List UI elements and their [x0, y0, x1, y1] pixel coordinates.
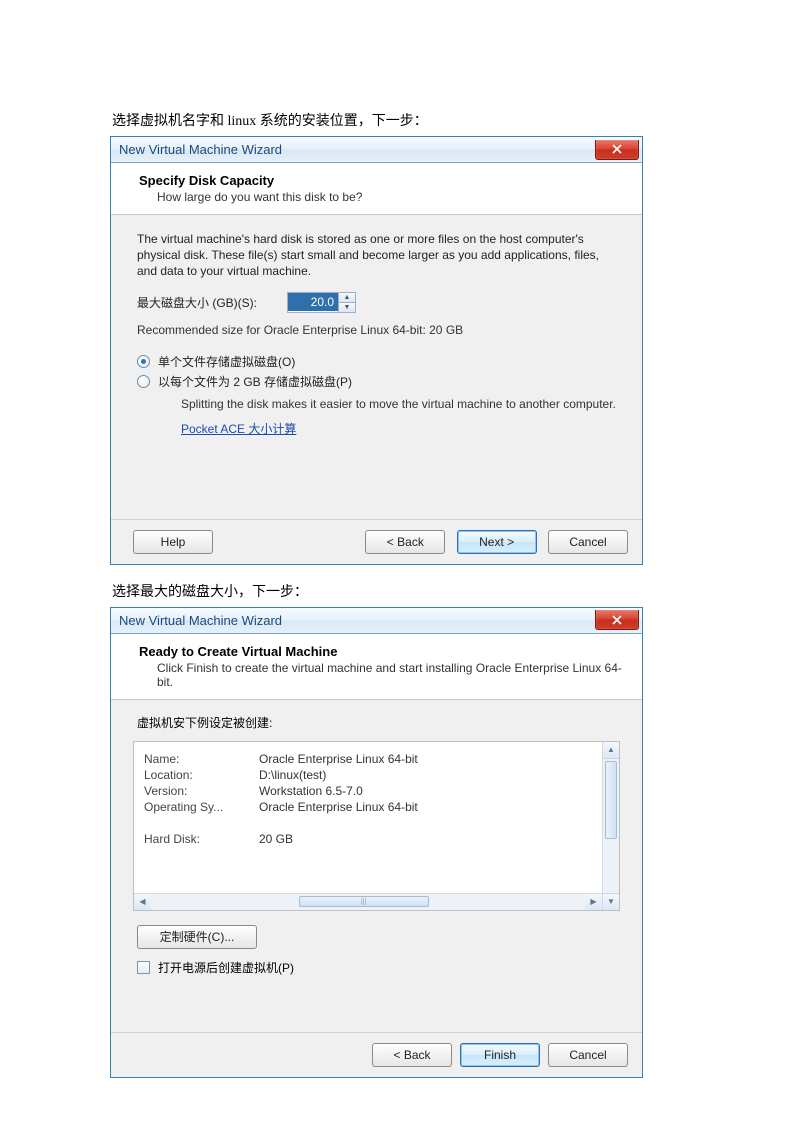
h-scroll-thumb[interactable]: [299, 896, 429, 907]
customize-hardware-button[interactable]: 定制硬件(C)...: [137, 925, 257, 949]
radio-single-file[interactable]: 单个文件存储虚拟磁盘(O): [137, 353, 616, 370]
summary-label: 虚拟机安下例设定被创建:: [137, 714, 620, 731]
v-scrollbar[interactable]: ▲ ▼: [602, 742, 619, 910]
summary-key: Operating Sy...: [144, 800, 259, 814]
v-scroll-thumb[interactable]: [605, 761, 617, 839]
cancel-button[interactable]: Cancel: [548, 530, 628, 554]
close-icon: [612, 615, 622, 625]
button-bar: Help < Back Next > Cancel: [111, 519, 642, 564]
disk-description: The virtual machine's hard disk is store…: [137, 231, 616, 280]
scroll-up-icon[interactable]: ▲: [603, 742, 619, 759]
scroll-left-icon[interactable]: ◀: [134, 894, 151, 910]
wizard-header: Ready to Create Virtual Machine Click Fi…: [111, 634, 642, 700]
summary-key: Location:: [144, 768, 259, 782]
summary-val: 20 GB: [259, 832, 293, 846]
dialog-ready-create: New Virtual Machine Wizard Ready to Crea…: [110, 607, 643, 1078]
finish-button[interactable]: Finish: [460, 1043, 540, 1067]
disk-size-label: 最大磁盘大小 (GB)(S):: [137, 294, 287, 311]
radio-single-label: 单个文件存储虚拟磁盘(O): [158, 353, 295, 370]
header-title: Ready to Create Virtual Machine: [139, 644, 626, 659]
wizard-header: Specify Disk Capacity How large do you w…: [111, 163, 642, 215]
split-description: Splitting the disk makes it easier to mo…: [181, 396, 616, 412]
summary-val: Workstation 6.5-7.0: [259, 784, 363, 798]
close-button[interactable]: [595, 610, 639, 630]
summary-body: Name:Oracle Enterprise Linux 64-bitLocat…: [134, 742, 602, 893]
window-title: New Virtual Machine Wizard: [119, 613, 282, 628]
radio-split-files[interactable]: 以每个文件为 2 GB 存储虚拟磁盘(P): [137, 373, 616, 390]
summary-key: Name:: [144, 752, 259, 766]
doc-caption-1: 选择虚拟机名字和 linux 系统的安装位置，下一步：: [112, 110, 800, 130]
back-button[interactable]: < Back: [372, 1043, 452, 1067]
radio-icon: [137, 355, 150, 368]
summary-val: D:\linux(test): [259, 768, 326, 782]
recommended-size: Recommended size for Oracle Enterprise L…: [137, 323, 616, 337]
help-button[interactable]: Help: [133, 530, 213, 554]
summary-key: Hard Disk:: [144, 832, 259, 846]
spinner-up-icon[interactable]: ▲: [339, 293, 355, 302]
next-button[interactable]: Next >: [457, 530, 537, 554]
disk-size-value[interactable]: 20.0: [288, 293, 338, 311]
close-button[interactable]: [595, 140, 639, 160]
power-on-label: 打开电源后创建虚拟机(P): [158, 959, 294, 976]
back-button[interactable]: < Back: [365, 530, 445, 554]
titlebar[interactable]: New Virtual Machine Wizard: [111, 137, 642, 163]
titlebar[interactable]: New Virtual Machine Wizard: [111, 608, 642, 634]
summary-row: Name:Oracle Enterprise Linux 64-bit: [144, 752, 592, 766]
header-subtitle: How large do you want this disk to be?: [139, 188, 626, 204]
window-title: New Virtual Machine Wizard: [119, 142, 282, 157]
scroll-right-icon[interactable]: ▶: [585, 894, 602, 910]
checkbox-icon: [137, 961, 150, 974]
h-scrollbar[interactable]: ◀ ▶: [134, 893, 602, 910]
summary-panel: Name:Oracle Enterprise Linux 64-bitLocat…: [133, 741, 620, 911]
summary-key: Version:: [144, 784, 259, 798]
dialog-disk-capacity: New Virtual Machine Wizard Specify Disk …: [110, 136, 643, 565]
power-on-checkbox-row[interactable]: 打开电源后创建虚拟机(P): [137, 959, 620, 976]
summary-row: Operating Sy...Oracle Enterprise Linux 6…: [144, 800, 592, 814]
summary-row: Hard Disk:20 GB: [144, 832, 592, 846]
summary-val: Oracle Enterprise Linux 64-bit: [259, 800, 418, 814]
radio-icon: [137, 375, 150, 388]
cancel-button[interactable]: Cancel: [548, 1043, 628, 1067]
header-title: Specify Disk Capacity: [139, 173, 626, 188]
close-icon: [612, 144, 622, 154]
header-subtitle: Click Finish to create the virtual machi…: [139, 659, 626, 689]
radio-split-label: 以每个文件为 2 GB 存储虚拟磁盘(P): [158, 373, 352, 390]
summary-row: Location:D:\linux(test): [144, 768, 592, 782]
spinner-down-icon[interactable]: ▼: [339, 302, 355, 312]
summary-val: Oracle Enterprise Linux 64-bit: [259, 752, 418, 766]
pocket-ace-link[interactable]: Pocket ACE 大小计算: [181, 420, 296, 437]
button-bar: < Back Finish Cancel: [111, 1032, 642, 1077]
summary-row: Version:Workstation 6.5-7.0: [144, 784, 592, 798]
scroll-down-icon[interactable]: ▼: [603, 893, 619, 910]
doc-caption-2: 选择最大的磁盘大小，下一步：: [112, 581, 800, 601]
disk-size-spinner[interactable]: 20.0 ▲ ▼: [287, 292, 356, 313]
